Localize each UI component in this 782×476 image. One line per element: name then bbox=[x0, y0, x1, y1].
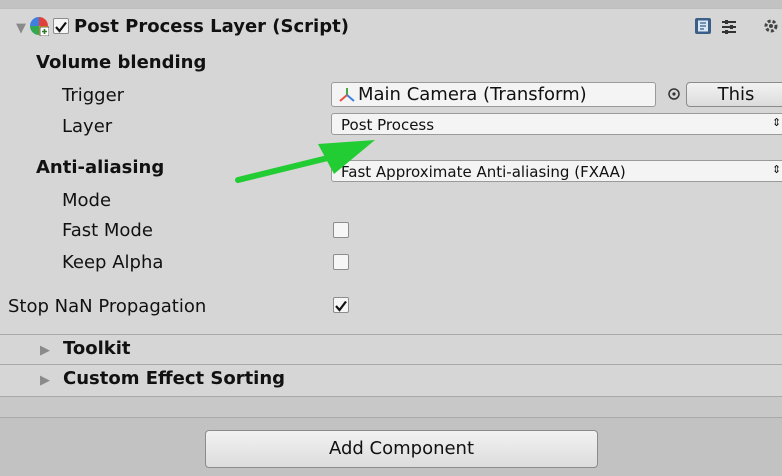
mode-value: Fast Approximate Anti-aliasing (FXAA) bbox=[341, 163, 626, 181]
add-component-label: Add Component bbox=[328, 438, 475, 459]
fast-mode-checkbox[interactable] bbox=[333, 222, 349, 238]
component-enabled-checkbox[interactable] bbox=[53, 18, 69, 34]
help-book-icon[interactable] bbox=[694, 17, 712, 35]
dropdown-arrows-icon: ⇕ bbox=[772, 116, 782, 129]
script-component-icon bbox=[29, 16, 50, 37]
stop-nan-label: Stop NaN Propagation bbox=[8, 296, 207, 317]
mode-dropdown[interactable]: Fast Approximate Anti-aliasing (FXAA) ⇕ bbox=[331, 160, 782, 182]
foldout-arrow-icon[interactable]: ▼ bbox=[16, 21, 26, 36]
divider bbox=[0, 417, 782, 418]
toolkit-foldout[interactable]: Toolkit bbox=[63, 338, 131, 359]
trigger-value: Main Camera (Transform) bbox=[358, 84, 587, 105]
volume-blending-heading: Volume blending bbox=[36, 52, 207, 73]
component-title: Post Process Layer (Script) bbox=[74, 16, 349, 37]
trigger-object-field[interactable]: Main Camera (Transform) bbox=[331, 82, 656, 107]
add-component-button[interactable]: Add Component bbox=[205, 430, 598, 468]
layer-label: Layer bbox=[62, 116, 113, 137]
divider bbox=[0, 364, 782, 365]
toolkit-foldout-arrow-icon[interactable]: ▶ bbox=[40, 343, 50, 358]
trigger-label: Trigger bbox=[62, 85, 125, 106]
checkmark-icon bbox=[55, 21, 67, 33]
stop-nan-checkbox[interactable] bbox=[333, 297, 349, 313]
divider bbox=[0, 334, 782, 335]
checkmark-icon bbox=[335, 300, 347, 312]
custom-sorting-foldout[interactable]: Custom Effect Sorting bbox=[63, 368, 285, 389]
green-annotation-arrow-icon bbox=[235, 140, 375, 183]
keep-alpha-checkbox[interactable] bbox=[333, 254, 349, 270]
mode-label: Mode bbox=[62, 190, 112, 211]
custom-sorting-foldout-arrow-icon[interactable]: ▶ bbox=[40, 373, 50, 388]
presets-icon[interactable] bbox=[720, 18, 738, 36]
transform-axis-icon bbox=[338, 86, 356, 108]
anti-aliasing-heading: Anti-aliasing bbox=[36, 157, 165, 178]
trigger-this-label: This bbox=[717, 84, 755, 105]
top-strip bbox=[0, 0, 782, 8]
keep-alpha-label: Keep Alpha bbox=[62, 252, 164, 273]
trigger-this-button[interactable]: This bbox=[686, 82, 782, 107]
component-footer bbox=[0, 397, 782, 417]
object-picker-icon[interactable] bbox=[666, 86, 682, 102]
dropdown-arrows-icon: ⇕ bbox=[772, 163, 782, 176]
layer-dropdown[interactable]: Post Process ⇕ bbox=[331, 113, 782, 135]
fast-mode-label: Fast Mode bbox=[62, 220, 153, 241]
settings-gear-icon[interactable] bbox=[762, 17, 780, 35]
